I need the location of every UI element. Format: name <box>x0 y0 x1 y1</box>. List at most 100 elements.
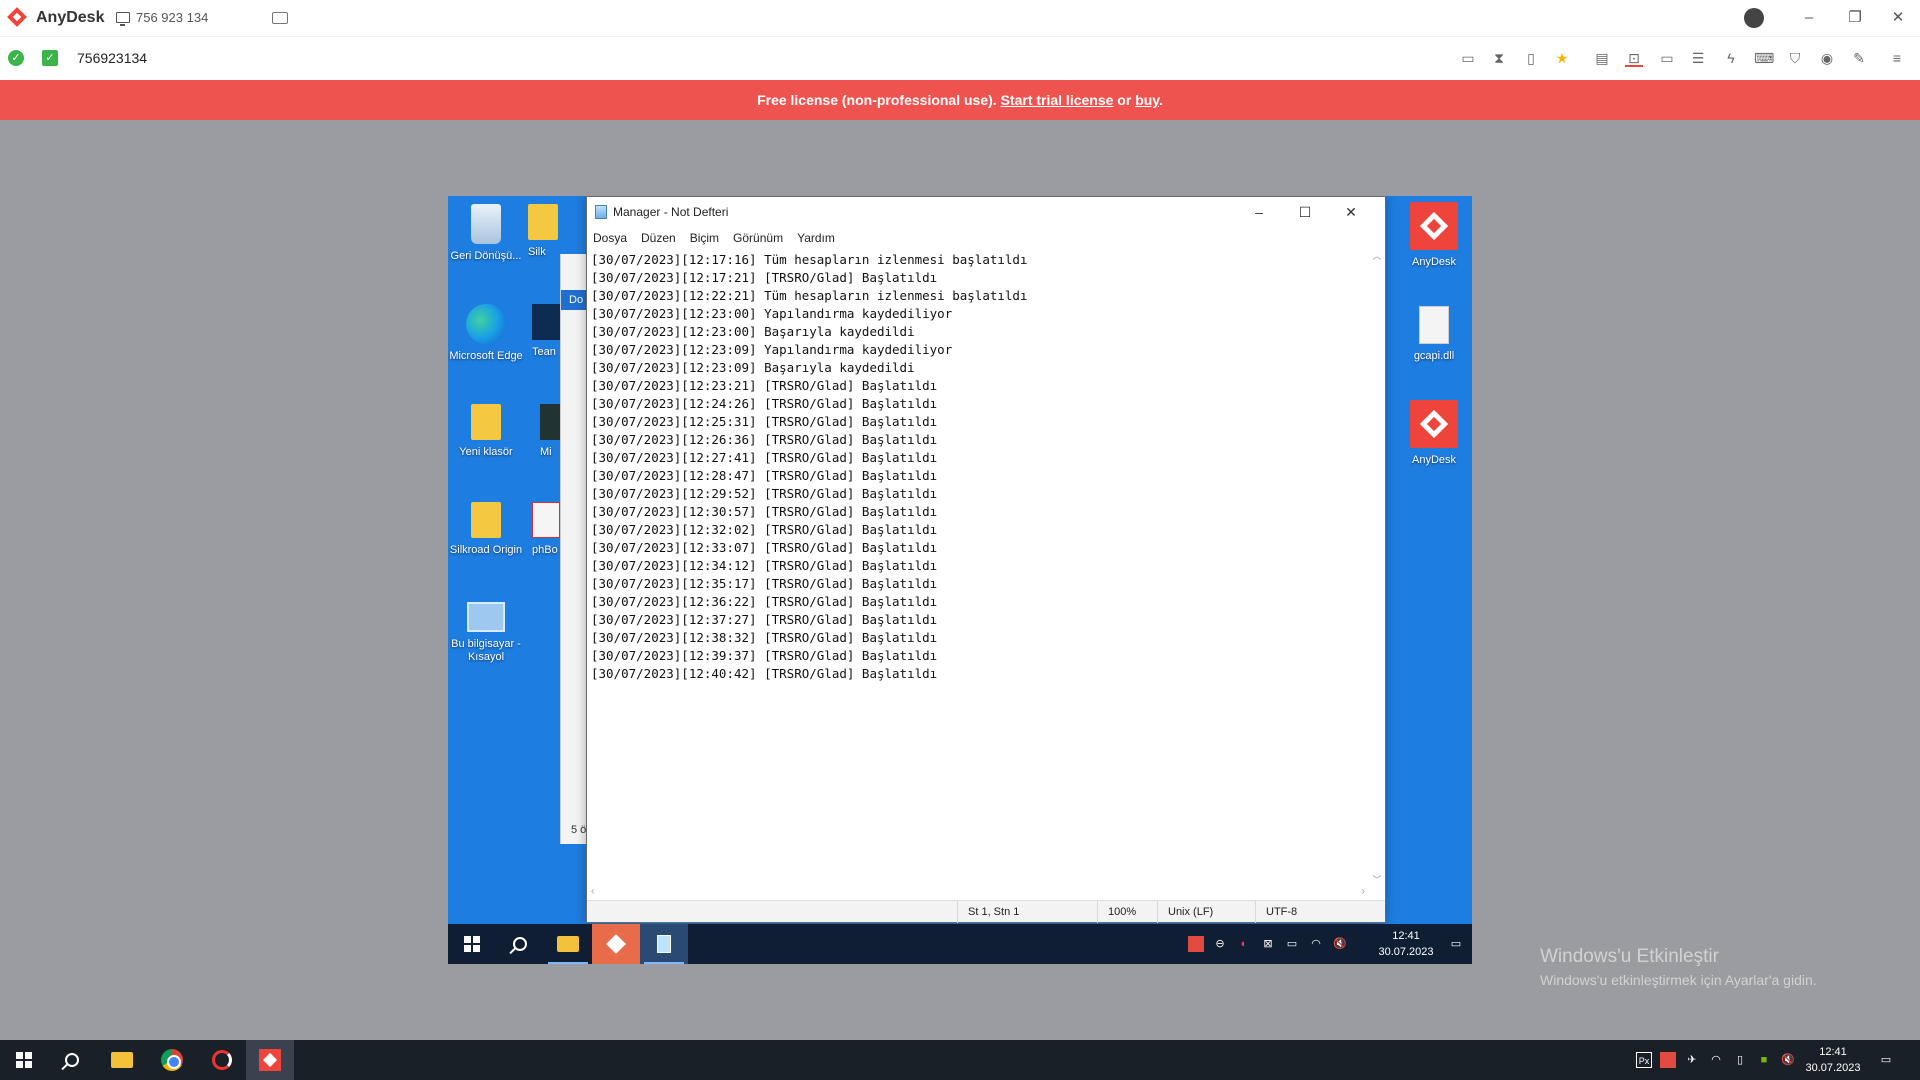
desktop-icon-gcapi[interactable]: gcapi.dll <box>1396 306 1472 363</box>
start-trial-link[interactable]: Start trial license <box>1001 92 1114 108</box>
scroll-up-icon[interactable]: ︿ <box>1369 249 1385 262</box>
anydesk-icon <box>606 934 626 954</box>
notifications-icon[interactable]: ▭ <box>1448 936 1464 952</box>
desktop-icon-this-pc[interactable]: Bu bilgisayar - Kısayol <box>448 602 524 664</box>
menu-view[interactable]: Görünüm <box>733 227 783 249</box>
battery-icon[interactable]: ▯ <box>1732 1052 1748 1068</box>
display-icon[interactable]: ⊡ <box>1625 49 1643 67</box>
monitor-icon[interactable]: ▭ <box>1658 49 1676 67</box>
active-indicator <box>644 962 684 964</box>
local-taskbar-chrome[interactable] <box>148 1040 196 1080</box>
desktop-icon-silkroad[interactable]: Silkroad Origin <box>448 502 524 557</box>
notepad-maximize-button[interactable]: ☐ <box>1293 201 1317 223</box>
scroll-down-icon[interactable]: ﹀ <box>1369 873 1385 886</box>
tray-anydesk-icon[interactable] <box>1188 936 1204 952</box>
network-icon[interactable]: ◠ <box>1308 936 1324 952</box>
star-icon[interactable]: ★ <box>1553 49 1571 67</box>
activate-windows-watermark: Windows'u Etkinleştir Windows'u etkinleş… <box>1540 946 1817 988</box>
vertical-scrollbar[interactable]: ︿ ﹀ <box>1369 249 1385 886</box>
anydesk-toolbar: ✓ ✓ 756923134 ▭ ⧗ ▯ ★ ▤ ⊡ ▭ ☰ ϟ ⌨ ⛉ ◉ ✎ … <box>0 36 1920 80</box>
volume-muted-icon[interactable]: 🔇 <box>1332 936 1348 952</box>
record-icon[interactable]: ◉ <box>1818 49 1836 67</box>
scroll-right-icon[interactable]: › <box>1362 886 1365 897</box>
notepad-close-button[interactable]: ✕ <box>1339 201 1363 223</box>
log-line: [30/07/2023][12:23:00] Yapılandırma kayd… <box>591 306 953 321</box>
start-button[interactable] <box>448 924 496 964</box>
local-search-button[interactable] <box>48 1040 96 1080</box>
clipboard-icon[interactable]: ▯ <box>1522 49 1540 67</box>
app-icon <box>212 1050 232 1070</box>
desktop-icon-silk[interactable]: Silk <box>528 204 568 259</box>
anydesk-shortcut-icon <box>1410 400 1458 448</box>
notepad-text-area[interactable]: [30/07/2023][12:17:16] Tüm hesapların iz… <box>587 249 1385 900</box>
scroll-left-icon[interactable]: ‹ <box>591 886 594 897</box>
volume-muted-icon[interactable]: 🔇 <box>1780 1052 1796 1068</box>
network-icon[interactable]: ◠ <box>1708 1052 1724 1068</box>
draw-icon[interactable]: ✎ <box>1850 49 1868 67</box>
horizontal-scrollbar[interactable]: ‹ › <box>587 886 1369 900</box>
message-icon[interactable]: ☰ <box>1689 49 1707 67</box>
new-tab-icon[interactable] <box>272 12 288 24</box>
desktop-icon-recycle-bin[interactable]: Geri Dönüşü... <box>448 204 524 263</box>
minimize-button[interactable]: – <box>1797 6 1821 30</box>
menu-icon[interactable]: ≡ <box>1888 49 1906 67</box>
notepad-app-icon <box>595 205 607 219</box>
local-taskbar-explorer[interactable] <box>98 1040 146 1080</box>
remote-taskbar: ⊖ ◐ ⊠ ▭ ◠ 🔇 12:41 30.07.2023 ▭ <box>448 924 1472 964</box>
app-icon <box>540 404 562 440</box>
computer-icon <box>467 602 505 632</box>
close-button[interactable]: ✕ <box>1886 6 1910 30</box>
notepad-window[interactable]: Manager - Not Defteri – ☐ ✕ Dosya Düzen … <box>586 196 1386 923</box>
local-start-button[interactable] <box>0 1040 48 1080</box>
taskbar-explorer[interactable] <box>544 924 592 964</box>
notepad-icon <box>657 935 671 953</box>
tray-app-icon[interactable]: ◐ <box>1236 936 1252 952</box>
notepad-minimize-button[interactable]: – <box>1247 201 1271 223</box>
permissions-icon[interactable]: ✓ <box>42 50 58 66</box>
app-title: AnyDesk <box>36 9 105 26</box>
tray-app-icon[interactable]: ⊠ <box>1260 936 1276 952</box>
dll-file-icon <box>1419 306 1449 344</box>
taskbar-anydesk[interactable] <box>592 924 640 964</box>
keyboard-icon[interactable]: ⌨ <box>1754 49 1774 67</box>
local-taskbar-app[interactable] <box>198 1040 246 1080</box>
teamviewer-icon <box>532 304 560 340</box>
tray-app-icon[interactable]: ⊖ <box>1212 936 1228 952</box>
menu-help[interactable]: Yardım <box>797 227 835 249</box>
menu-edit[interactable]: Düzen <box>641 227 676 249</box>
notifications-icon[interactable]: ▭ <box>1878 1052 1894 1068</box>
log-line: [30/07/2023][12:29:52] [TRSRO/Glad] Başl… <box>591 486 938 501</box>
desktop-icon-anydesk-shortcut[interactable]: AnyDesk <box>1396 400 1472 467</box>
chat-icon[interactable]: ▭ <box>1459 49 1477 67</box>
desktop-icon-label: gcapi.dll <box>1413 350 1455 362</box>
local-taskbar-anydesk[interactable] <box>246 1040 294 1080</box>
desktop-icon-new-folder[interactable]: Yeni klasör <box>448 404 524 459</box>
tray-app-icon[interactable]: ✈ <box>1684 1052 1700 1068</box>
remote-clock[interactable]: 12:41 30.07.2023 <box>1376 928 1436 960</box>
menu-format[interactable]: Biçim <box>690 227 719 249</box>
explorer-status: 5 ö <box>571 824 587 836</box>
remote-address: 756923134 <box>77 50 148 66</box>
lightning-icon[interactable]: ϟ <box>1722 49 1740 67</box>
search-button[interactable] <box>496 924 544 964</box>
hourglass-icon[interactable]: ⧗ <box>1490 49 1508 67</box>
desktop-icon-edge[interactable]: Microsoft Edge <box>448 304 524 363</box>
user-menu-icon[interactable] <box>1744 8 1764 28</box>
notepad-title-bar[interactable]: Manager - Not Defteri – ☐ ✕ <box>587 197 1385 227</box>
taskbar-notepad[interactable] <box>640 924 688 964</box>
battery-icon[interactable]: ▭ <box>1284 936 1300 952</box>
restore-button[interactable]: ❐ <box>1843 6 1867 30</box>
shield-icon[interactable]: ⛉ <box>1786 49 1804 67</box>
tray-anydesk-icon[interactable] <box>1660 1052 1676 1068</box>
recycle-bin-icon <box>471 204 501 244</box>
file-transfer-icon[interactable]: ▤ <box>1593 49 1611 67</box>
local-clock[interactable]: 12:41 30.07.2023 <box>1802 1044 1864 1076</box>
nvidia-icon[interactable]: ■ <box>1756 1052 1772 1068</box>
menu-file[interactable]: Dosya <box>593 227 627 249</box>
log-line: [30/07/2023][12:36:22] [TRSRO/Glad] Başl… <box>591 594 938 609</box>
desktop-icon-anydesk[interactable]: AnyDesk <box>1396 202 1472 269</box>
buy-link[interactable]: buy <box>1135 92 1159 108</box>
remote-desktop[interactable]: Geri Dönüşü... Microsoft Edge Yeni klasö… <box>448 196 1472 964</box>
session-tab[interactable]: 756 923 134 <box>116 10 208 26</box>
tray-app-icon[interactable]: Px <box>1636 1052 1652 1068</box>
